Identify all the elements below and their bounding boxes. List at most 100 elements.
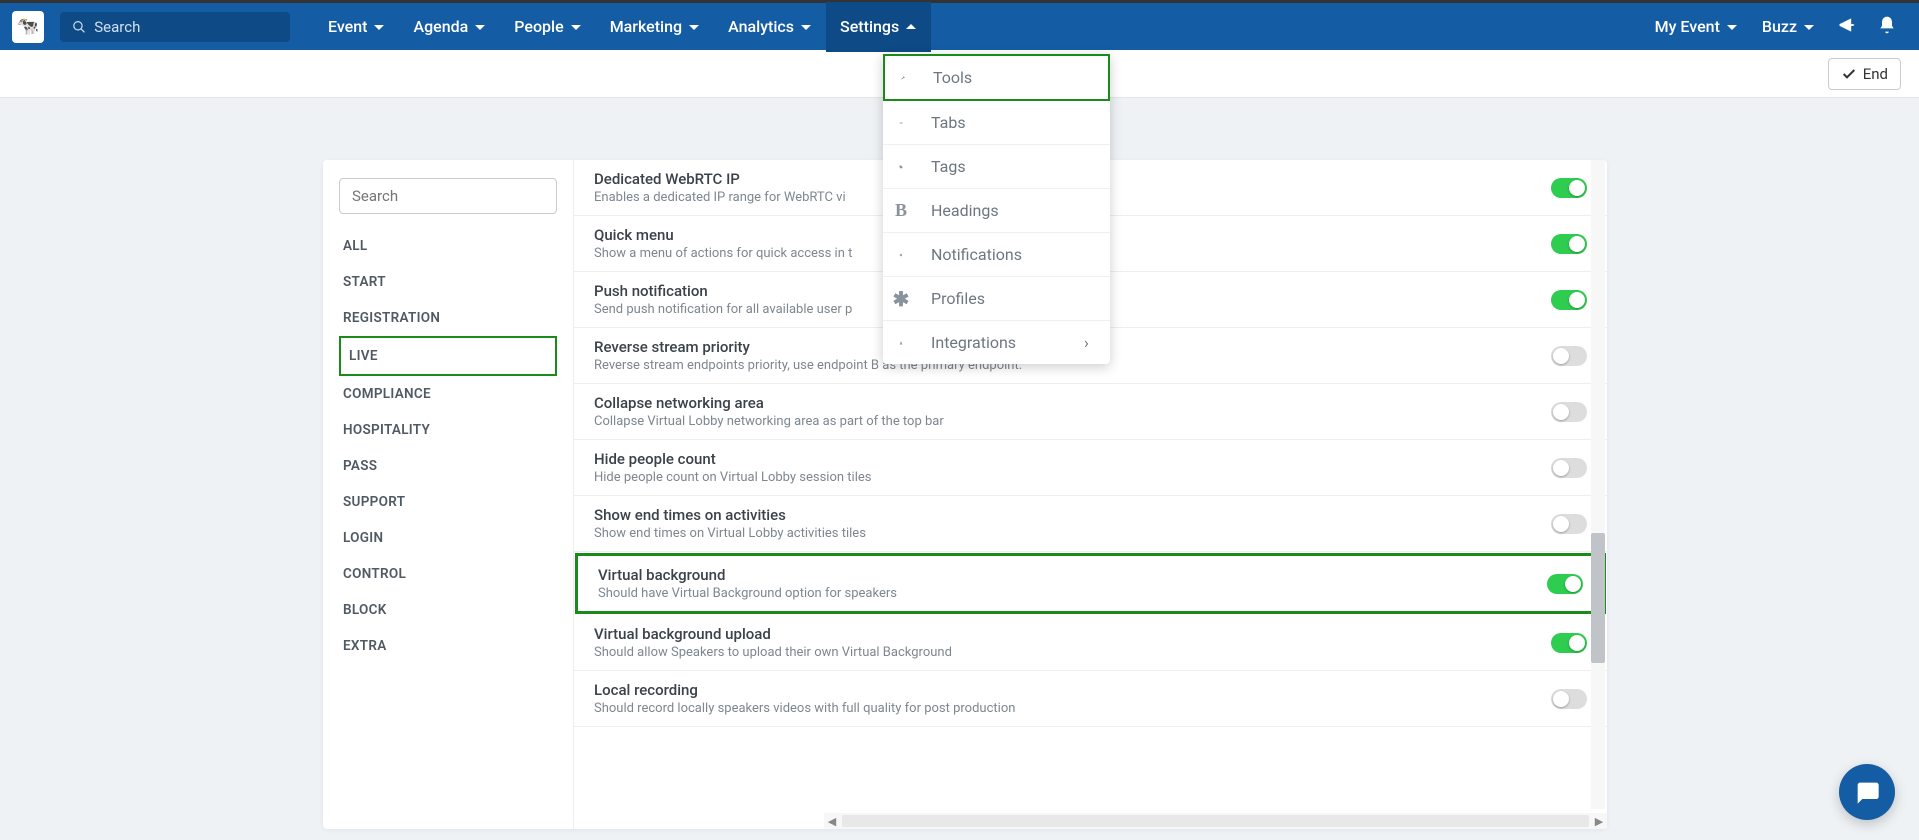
toggle-switch[interactable] xyxy=(1547,574,1583,594)
nav-item-label: Analytics xyxy=(728,17,794,36)
setting-text: Collapse networking area Collapse Virtual… xyxy=(594,394,1551,429)
setting-title: Collapse networking area xyxy=(594,394,1551,412)
toggle-switch[interactable] xyxy=(1551,178,1587,198)
search-icon xyxy=(72,19,86,35)
nav-item-settings[interactable]: Settings xyxy=(826,2,931,52)
toggle-switch[interactable] xyxy=(1551,633,1587,653)
toggle-switch[interactable] xyxy=(1551,514,1587,534)
setting-title: Hide people count xyxy=(594,450,1551,468)
wrench-icon xyxy=(901,69,919,87)
toggle-switch[interactable] xyxy=(1551,290,1587,310)
scroll-right-arrow[interactable]: ▶ xyxy=(1591,813,1607,829)
end-button-label: End xyxy=(1863,65,1888,83)
settings-sidebar: ALLSTARTREGISTRATIONLIVECOMPLIANCEHOSPIT… xyxy=(323,160,573,829)
sidebar-item-pass[interactable]: PASS xyxy=(339,448,557,484)
chat-widget[interactable] xyxy=(1839,764,1895,820)
nav-item-label: People xyxy=(514,17,563,36)
dropdown-item-label: Tags xyxy=(931,157,966,176)
setting-desc: Hide people count on Virtual Lobby sessi… xyxy=(594,470,1551,485)
setting-row-virtual-background-upload: Virtual background upload Should allow Sp… xyxy=(574,615,1607,671)
dropdown-item-integrations[interactable]: Integrations › xyxy=(883,321,1110,364)
setting-row-collapse-networking-area: Collapse networking area Collapse Virtual… xyxy=(574,384,1607,440)
setting-desc: Should record locally speakers videos wi… xyxy=(594,701,1551,716)
sidebar-item-block[interactable]: BLOCK xyxy=(339,592,557,628)
bold-icon: B xyxy=(899,202,917,220)
dropdown-item-tabs[interactable]: Tabs xyxy=(883,101,1110,145)
nav-item-label: Event xyxy=(328,17,367,36)
setting-desc: Should allow Speakers to upload their ow… xyxy=(594,645,1551,660)
tag-icon xyxy=(899,158,917,176)
sidebar-item-start[interactable]: START xyxy=(339,264,557,300)
setting-desc: Should have Virtual Background option fo… xyxy=(598,586,1547,601)
sidebar-item-compliance[interactable]: COMPLIANCE xyxy=(339,376,557,412)
vertical-scrollbar-thumb[interactable] xyxy=(1591,533,1605,663)
dropdown-item-label: Tabs xyxy=(931,113,966,132)
announcements-icon[interactable] xyxy=(1827,15,1867,39)
nav-item-my-event[interactable]: My Event xyxy=(1643,2,1750,52)
setting-text: Show end times on activitiesShow end tim… xyxy=(594,506,1551,541)
nav-item-people[interactable]: People xyxy=(500,2,595,52)
app-logo[interactable]: 🐄 xyxy=(12,11,44,43)
dropdown-item-profiles[interactable]: ✱ Profiles xyxy=(883,277,1110,321)
nav-item-label: My Event xyxy=(1655,17,1720,36)
global-search-input[interactable] xyxy=(94,18,278,36)
setting-desc: Collapse Virtual Lobby networking area a… xyxy=(594,414,1551,429)
setting-text: Virtual backgroundShould have Virtual Ba… xyxy=(598,566,1547,601)
vertical-scrollbar-track[interactable] xyxy=(1591,160,1605,809)
sidebar-item-login[interactable]: LOGIN xyxy=(339,520,557,556)
sidebar-item-control[interactable]: CONTROL xyxy=(339,556,557,592)
asterisk-icon: ✱ xyxy=(899,290,917,308)
dropdown-item-tags[interactable]: Tags xyxy=(883,145,1110,189)
horizontal-scrollbar-track[interactable] xyxy=(842,815,1589,827)
global-search[interactable] xyxy=(60,12,290,42)
setting-title: Show end times on activities xyxy=(594,506,1551,524)
setting-text: Local recording Should record locally spe… xyxy=(594,681,1551,716)
toggle-switch[interactable] xyxy=(1551,689,1587,709)
dropdown-item-notifications[interactable]: Notifications xyxy=(883,233,1110,277)
nav-item-label: Buzz xyxy=(1762,17,1797,36)
toggle-switch[interactable] xyxy=(1551,402,1587,422)
setting-row-local-recording: Local recording Should record locally spe… xyxy=(574,671,1607,727)
setting-row-show-end-times-on-activities: Show end times on activitiesShow end tim… xyxy=(574,496,1607,552)
megaphone-icon xyxy=(899,246,917,264)
end-button[interactable]: End xyxy=(1828,58,1901,90)
dropdown-item-label: Integrations xyxy=(931,333,1016,352)
flask-icon xyxy=(899,334,917,352)
sidebar-search-input[interactable] xyxy=(339,178,557,214)
setting-row-hide-people-count: Hide people count Hide people count on Vi… xyxy=(574,440,1607,496)
notifications-bell-icon[interactable] xyxy=(1867,15,1907,39)
nav-item-label: Marketing xyxy=(610,17,682,36)
dropdown-item-tools[interactable]: Tools xyxy=(883,54,1110,101)
toggle-switch[interactable] xyxy=(1551,234,1587,254)
sidebar-item-hospitality[interactable]: HOSPITALITY xyxy=(339,412,557,448)
nav-item-label: Settings xyxy=(840,17,899,36)
nav-item-agenda[interactable]: Agenda xyxy=(399,2,500,52)
sidebar-item-support[interactable]: SUPPORT xyxy=(339,484,557,520)
main-nav-items: Event Agenda People Marketing Analytics Setti… xyxy=(314,2,931,52)
dropdown-item-label: Notifications xyxy=(931,245,1022,264)
chevron-right-icon: › xyxy=(1084,333,1094,352)
scroll-left-arrow[interactable]: ◀ xyxy=(824,813,840,829)
setting-title: Local recording xyxy=(594,681,1551,699)
top-nav: 🐄 Event Agenda People Marketing Analytics Set… xyxy=(0,0,1919,50)
sidebar-item-extra[interactable]: EXTRA xyxy=(339,628,557,664)
setting-text: Virtual background upload Should allow Sp… xyxy=(594,625,1551,660)
sidebar-item-all[interactable]: ALL xyxy=(339,228,557,264)
setting-title: Virtual background upload xyxy=(594,625,1551,643)
dropdown-item-label: Profiles xyxy=(931,289,985,308)
nav-item-buzz[interactable]: Buzz xyxy=(1750,2,1827,52)
dropdown-item-headings[interactable]: B Headings xyxy=(883,189,1110,233)
nav-item-marketing[interactable]: Marketing xyxy=(596,2,714,52)
nav-item-analytics[interactable]: Analytics xyxy=(714,2,826,52)
nav-item-event[interactable]: Event xyxy=(314,2,399,52)
dropdown-item-label: Tools xyxy=(933,68,972,87)
nav-right: My Event Buzz xyxy=(1643,2,1827,52)
horizontal-scrollbar[interactable]: ◀ ▶ xyxy=(824,813,1607,829)
sidebar-item-registration[interactable]: REGISTRATION xyxy=(339,300,557,336)
toggle-switch[interactable] xyxy=(1551,458,1587,478)
nav-item-label: Agenda xyxy=(413,17,468,36)
sidebar-item-live[interactable]: LIVE xyxy=(339,336,557,376)
dropdown-item-label: Headings xyxy=(931,201,999,220)
list-icon xyxy=(899,114,917,132)
toggle-switch[interactable] xyxy=(1551,346,1587,366)
